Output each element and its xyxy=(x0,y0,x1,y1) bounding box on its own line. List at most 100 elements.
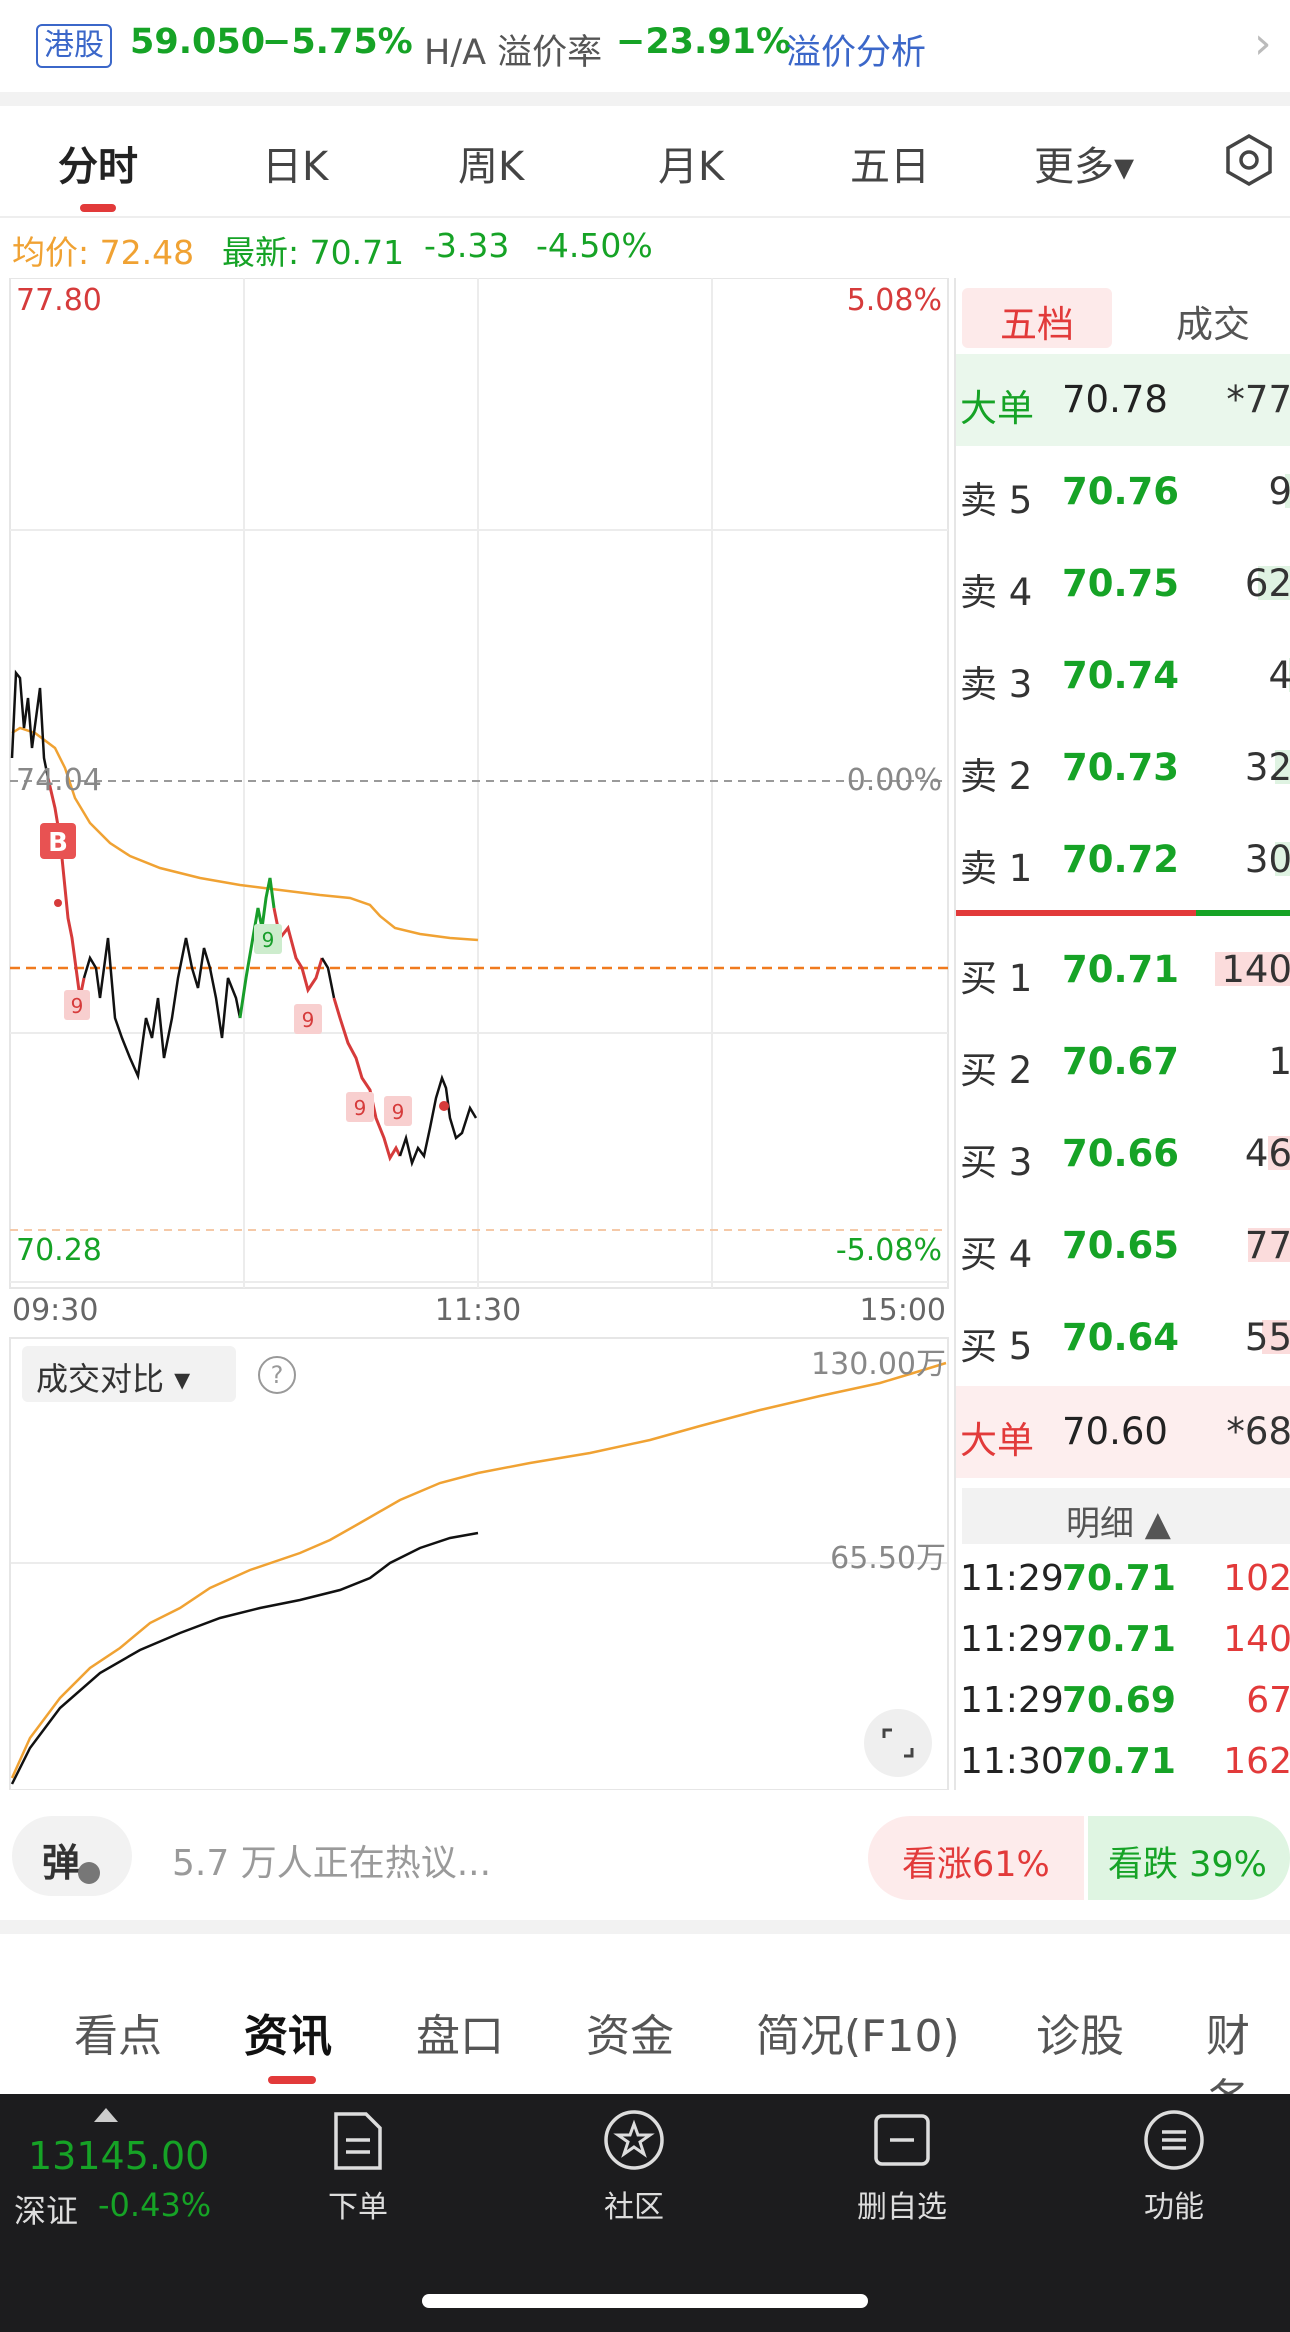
danmu-toggle-button[interactable]: 弹 xyxy=(12,1816,132,1896)
index-change: -0.43% xyxy=(98,2186,212,2224)
signal-9-marker[interactable]: 9 xyxy=(254,924,282,954)
danmu-label: 弹 xyxy=(42,1841,81,1885)
bid-label: 买 3 xyxy=(960,1141,1033,1184)
bid-label: 买 4 xyxy=(960,1233,1033,1276)
detail-header[interactable]: 明细 ▲ xyxy=(962,1488,1290,1544)
premium-analysis-link[interactable]: 溢价分析 xyxy=(786,24,926,75)
big-sell-row[interactable]: 大单 70.78 *77 xyxy=(956,354,1290,446)
price-line-segment xyxy=(320,957,336,999)
remove-watchlist-button[interactable]: 删自选 xyxy=(812,2094,992,2225)
bid-vol: 1 xyxy=(1268,1040,1290,1083)
ask-label: 卖 2 xyxy=(960,755,1033,798)
content-tabs: 看点 资讯 盘口 资金 简况(F10) 诊股 财务 xyxy=(0,1934,1290,2126)
avg-price: 均价: 72.48 xyxy=(12,233,195,272)
expand-chart-button[interactable] xyxy=(864,1709,932,1777)
price-line-segment xyxy=(82,937,242,1081)
ask-level-row[interactable]: 卖 1 70.72 30 xyxy=(956,814,1290,906)
big-buy-price: 70.60 xyxy=(1062,1410,1168,1453)
time-axis-mid: 11:30 xyxy=(435,1293,521,1328)
volume-compare-label: 成交对比 ▾ xyxy=(36,1360,191,1398)
active-content-tab-indicator xyxy=(268,2076,316,2084)
detail-label: 明细 ▲ xyxy=(1066,1504,1171,1544)
signal-9-marker[interactable]: 9 xyxy=(384,1096,412,1126)
bid-level-row[interactable]: 买 3 70.66 46 xyxy=(956,1108,1290,1200)
tab-intraday[interactable]: 分时 xyxy=(58,134,138,192)
price-line-down-segment xyxy=(332,997,402,1162)
bid-label: 买 5 xyxy=(960,1325,1033,1368)
chevron-right-icon[interactable]: › xyxy=(1254,18,1272,69)
community-button[interactable]: 社区 xyxy=(544,2094,724,2225)
ask-level-row[interactable]: 卖 4 70.75 62 xyxy=(956,538,1290,630)
price-line-down-segment xyxy=(46,777,86,999)
help-icon[interactable]: ? xyxy=(258,1356,296,1394)
volume-compare-today-line xyxy=(10,1531,479,1785)
bid-level-row[interactable]: 买 4 70.65 77 xyxy=(956,1200,1290,1292)
active-tab-indicator xyxy=(80,204,116,212)
volume-compare-yesterday-line xyxy=(10,1361,947,1779)
tab-trades[interactable]: 成交 xyxy=(1176,294,1250,348)
tab-diagnosis[interactable]: 诊股 xyxy=(1036,2000,1124,2064)
order-document-icon xyxy=(334,2112,382,2170)
volume-compare-selector[interactable]: 成交对比 ▾ xyxy=(22,1346,236,1402)
menu-icon xyxy=(1144,2110,1204,2170)
tab-capital-flow[interactable]: 资金 xyxy=(586,2000,674,2064)
tab-news[interactable]: 资讯 xyxy=(244,2000,332,2064)
bid-level-row[interactable]: 买 2 70.67 1 xyxy=(956,1016,1290,1108)
tab-weekly-k[interactable]: 周K xyxy=(458,134,524,192)
y-axis-low: 70.28 xyxy=(16,1233,102,1268)
index-value[interactable]: 13145.00 xyxy=(28,2134,209,2178)
bid-price: 70.67 xyxy=(1062,1040,1180,1083)
trade-time: 11:29 xyxy=(960,1619,1064,1660)
order-button[interactable]: 下单 xyxy=(268,2094,448,2225)
hk-quote-bar[interactable]: 港股 59.050 −5.75% H/A 溢价率 −23.91% 溢价分析 › xyxy=(0,0,1290,106)
bid-label: 买 1 xyxy=(960,957,1033,1000)
home-indicator xyxy=(422,2294,868,2308)
time-axis-start: 09:30 xyxy=(12,1293,98,1328)
svg-text:9: 9 xyxy=(262,928,275,952)
volume-axis-mid: 65.50万 xyxy=(830,1541,946,1576)
svg-text:9: 9 xyxy=(392,1100,405,1124)
settings-hexagon-icon[interactable] xyxy=(1222,133,1276,187)
ask-level-row[interactable]: 卖 2 70.73 32 xyxy=(956,722,1290,814)
tab-monthly-k[interactable]: 月K xyxy=(658,134,724,192)
intraday-info-line: 均价: 72.48 最新: 70.71 -3.33 -4.50% xyxy=(0,218,960,278)
ask-label: 卖 4 xyxy=(960,571,1033,614)
big-buy-row[interactable]: 大单 70.60 *68 xyxy=(956,1386,1290,1478)
ask-price: 70.76 xyxy=(1062,470,1180,513)
ask-level-row[interactable]: 卖 3 70.74 4 xyxy=(956,630,1290,722)
pct-axis-low: -5.08% xyxy=(836,1233,942,1268)
tab-five-levels[interactable]: 五档 xyxy=(1000,294,1074,348)
trade-vol: 102 xyxy=(1223,1558,1290,1599)
tab-f10-profile[interactable]: 简况(F10) xyxy=(756,2000,960,2064)
trade-row: 11:30 70.71 162 xyxy=(956,1733,1290,1793)
period-tabs: 分时 日K 周K 月K 五日 更多▾ xyxy=(0,106,1290,218)
function-menu-button[interactable]: 功能 xyxy=(1084,2094,1264,2225)
tab-daily-k[interactable]: 日K xyxy=(262,134,328,192)
tab-five-day[interactable]: 五日 xyxy=(850,134,930,192)
ask-vol: 32 xyxy=(1244,746,1290,789)
bearish-vote-button[interactable]: 看跌 39% xyxy=(1088,1816,1290,1900)
ask-label: 卖 1 xyxy=(960,847,1033,890)
intraday-chart[interactable]: B 9 9 9 9 9 77.80 74.04 70.28 5.08% 0.00… xyxy=(0,278,954,1790)
pct-axis-high: 5.08% xyxy=(847,283,942,318)
discussion-placeholder[interactable]: 5.7 万人正在热议... xyxy=(172,1834,491,1886)
bid-level-row[interactable]: 买 1 70.71 140 xyxy=(956,924,1290,1016)
big-sell-price: 70.78 xyxy=(1062,378,1168,421)
tab-highlights[interactable]: 看点 xyxy=(74,2000,162,2064)
community-label: 社区 xyxy=(604,2190,664,2225)
expand-up-icon[interactable] xyxy=(94,2108,118,2122)
tab-more[interactable]: 更多▾ xyxy=(1034,134,1134,192)
signal-9-marker[interactable]: 9 xyxy=(346,1092,374,1122)
signal-9-marker[interactable]: 9 xyxy=(294,1004,322,1034)
tab-market-depth[interactable]: 盘口 xyxy=(416,2000,504,2064)
pct-axis-zero: 0.00% xyxy=(847,763,942,798)
signal-9-marker[interactable]: 9 xyxy=(64,990,90,1020)
svg-text:B: B xyxy=(48,828,68,858)
buy-signal-marker[interactable]: B xyxy=(40,823,76,859)
ask-vol: 4 xyxy=(1268,654,1290,697)
bid-level-row[interactable]: 买 5 70.64 55 xyxy=(956,1292,1290,1384)
big-buy-label: 大单 xyxy=(960,1419,1034,1462)
bullish-percent: 看涨61% xyxy=(902,1845,1050,1885)
bullish-vote-button[interactable]: 看涨61% xyxy=(868,1816,1084,1900)
ask-level-row[interactable]: 卖 5 70.76 9 xyxy=(956,446,1290,538)
